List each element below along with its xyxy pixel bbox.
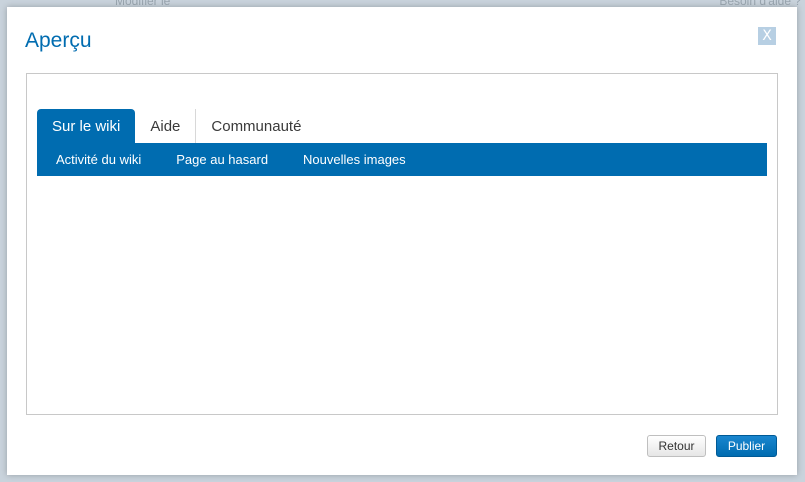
tab-communaute[interactable]: Communauté bbox=[195, 109, 316, 143]
close-icon: X bbox=[762, 28, 772, 44]
modal-title: Aperçu bbox=[25, 29, 92, 52]
nav-subnav: Activité du wiki Page au hasard Nouvelle… bbox=[37, 143, 767, 176]
subnav-item-page-au-hasard[interactable]: Page au hasard bbox=[161, 152, 283, 167]
tab-aide[interactable]: Aide bbox=[135, 109, 195, 143]
tab-sur-le-wiki[interactable]: Sur le wiki bbox=[37, 109, 136, 143]
preview-frame: Sur le wiki Aide Communauté Activité du … bbox=[26, 73, 778, 415]
wiki-navigation: Sur le wiki Aide Communauté Activité du … bbox=[37, 109, 767, 176]
subnav-item-nouvelles-images[interactable]: Nouvelles images bbox=[288, 152, 421, 167]
nav-tabs: Sur le wiki Aide Communauté bbox=[37, 109, 767, 143]
back-button[interactable]: Retour bbox=[647, 435, 706, 457]
publish-button[interactable]: Publier bbox=[716, 435, 777, 457]
close-button[interactable]: X bbox=[758, 27, 776, 45]
subnav-item-activite[interactable]: Activité du wiki bbox=[41, 152, 156, 167]
preview-modal: Aperçu X Sur le wiki Aide Communauté Act… bbox=[7, 7, 797, 475]
